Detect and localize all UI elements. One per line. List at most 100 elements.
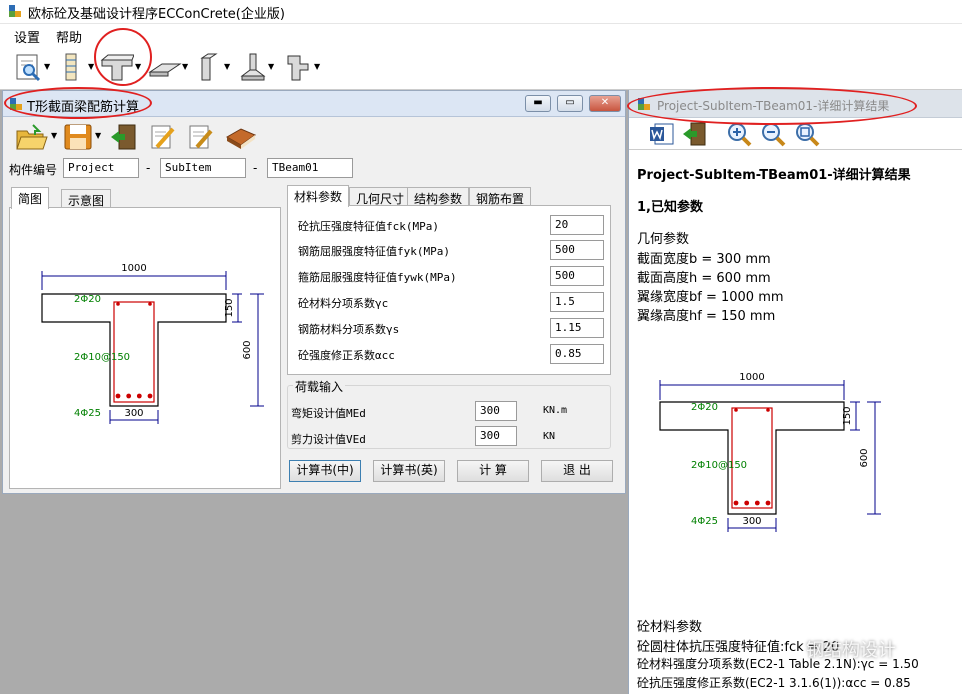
save-icon[interactable] — [63, 123, 93, 151]
geom-params-title: 几何参数 — [637, 232, 690, 247]
open-folder-icon[interactable] — [15, 123, 49, 151]
result-heading: Project-SubItem-TBeam01-详细计算结果 — [637, 168, 911, 183]
calc-report-cn-button[interactable]: 计算书(中) — [289, 460, 361, 482]
dim-hf-text: 150 — [224, 298, 235, 317]
med-label: 弯矩设计值MEd — [291, 407, 366, 420]
slab-icon[interactable] — [148, 52, 182, 82]
edit-icon[interactable] — [149, 123, 177, 151]
minimize-button[interactable]: ▬ — [525, 95, 551, 112]
bottom-rebar — [147, 393, 153, 399]
beam-id-field[interactable]: TBeam01 — [267, 158, 353, 178]
slab-dropdown-icon[interactable]: ▼ — [182, 62, 188, 71]
calculate-button[interactable]: 计 算 — [457, 460, 529, 482]
fck-input[interactable]: 20 — [550, 215, 604, 235]
annotation-oval-result-title — [627, 87, 917, 125]
book-icon[interactable] — [225, 123, 257, 151]
gamma-c-input[interactable]: 1.5 — [550, 292, 604, 312]
bottom-rebar — [744, 500, 750, 506]
tab-geometry[interactable]: 几何尺寸 — [349, 187, 412, 207]
param-label: 砼强度修正系数αcc — [298, 349, 395, 362]
bottom-bar-label: 4Φ25 — [691, 516, 718, 527]
menu-help[interactable]: 帮助 — [56, 27, 82, 46]
sketch-panel: 1000 150 600 300 2Φ20 2Φ10@150 4Φ25 — [9, 207, 281, 489]
column-icon[interactable] — [58, 52, 86, 82]
med-input[interactable]: 300 — [475, 401, 517, 421]
param-label: 箍筋屈服强度特征值fywk(MPa) — [298, 271, 457, 284]
save-dropdown-icon[interactable]: ▼ — [95, 131, 101, 140]
mat-params-title: 砼材料参数 — [637, 620, 703, 635]
param-label: 钢筋屈服强度特征值fyk(MPa) — [298, 245, 450, 258]
exit-door-icon[interactable] — [681, 122, 711, 146]
top-rebar — [734, 408, 738, 412]
bottom-rebar — [136, 393, 142, 399]
dim-bf-text: 1000 — [121, 263, 146, 274]
corbel-dropdown-icon[interactable]: ▼ — [314, 62, 320, 71]
stirrup-label: 2Φ10@150 — [74, 352, 130, 363]
param-label: 砼材料分项系数γc — [298, 297, 389, 310]
dim-h-text: 600 — [242, 340, 253, 359]
corbel-icon[interactable] — [284, 52, 312, 82]
param-label: 钢筋材料分项系数γs — [298, 323, 400, 336]
exit-door-icon[interactable] — [109, 123, 139, 151]
alpha-cc-input[interactable]: 0.85 — [550, 344, 604, 364]
close-button[interactable]: ✕ — [589, 95, 621, 112]
zoom-fit-icon[interactable] — [793, 121, 821, 147]
tab-rebar[interactable]: 钢筋布置 — [469, 187, 532, 207]
bottom-rebar — [754, 500, 760, 506]
ved-input[interactable]: 300 — [475, 426, 517, 446]
dim-hf-text: 150 — [842, 406, 853, 425]
exit-button[interactable]: 退 出 — [541, 460, 613, 482]
annotation-oval-toolbar — [94, 28, 152, 86]
material-panel: 砼抗压强度特征值fck(MPa) 20 钢筋屈服强度特征值fyk(MPa) 50… — [287, 205, 611, 375]
bottom-rebar — [126, 393, 132, 399]
tab-diagram[interactable]: 示意图 — [61, 189, 112, 209]
bottom-rebar — [765, 500, 771, 506]
section-known-params: 1,已知参数 — [637, 200, 703, 215]
gamma-s-input[interactable]: 1.15 — [550, 318, 604, 338]
footing-icon[interactable] — [238, 52, 268, 82]
mat-alpha-cc: 砼抗压强度修正系数(EC2-1 3.1.6(1)):αcc = 0.85 — [637, 676, 911, 690]
tab-material[interactable]: 材料参数 — [287, 185, 350, 207]
ved-unit: KN — [543, 431, 556, 442]
tab-structure[interactable]: 结构参数 — [407, 187, 470, 207]
geom-bf: 翼缘宽度bf = 1000 mm — [637, 290, 784, 305]
report-edit-icon[interactable] — [187, 123, 215, 151]
column-dropdown-icon[interactable]: ▼ — [88, 62, 94, 71]
result-window: Project-SubItem-TBeam01-详细计算结果 Project-S… — [628, 90, 962, 694]
bottom-rebar — [115, 393, 121, 399]
dim-bf-text: 1000 — [739, 372, 764, 383]
dim-b-text: 300 — [742, 516, 761, 527]
app-icon — [9, 5, 21, 17]
app-title-bar: 欧标砼及基础设计程序ECConCrete(企业版) — [0, 0, 962, 24]
footing-dropdown-icon[interactable]: ▼ — [268, 62, 274, 71]
top-rebar — [766, 408, 770, 412]
top-bar-label: 2Φ20 — [691, 402, 718, 413]
maximize-button[interactable]: ▭ — [557, 95, 583, 112]
menu-settings[interactable]: 设置 — [14, 27, 40, 46]
stirrup-label: 2Φ10@150 — [691, 460, 747, 471]
fywk-input[interactable]: 500 — [550, 266, 604, 286]
zoom-in-icon[interactable] — [725, 121, 753, 147]
wall-icon[interactable] — [196, 52, 222, 82]
fyk-input[interactable]: 500 — [550, 240, 604, 260]
preview-dropdown-icon[interactable]: ▼ — [44, 62, 50, 71]
geom-hf: 翼缘高度hf = 150 mm — [637, 309, 776, 324]
watermark: 钢结构设计 — [806, 640, 896, 661]
preview-icon[interactable] — [14, 52, 42, 82]
geom-h: 截面高度h = 600 mm — [637, 271, 771, 286]
dash-1: - — [146, 161, 151, 175]
t-beam-window: T形截面梁配筋计算 ▬ ▭ ✕ ▼ ▼ 构件编号 Project - SubIt… — [2, 90, 626, 494]
wall-dropdown-icon[interactable]: ▼ — [224, 62, 230, 71]
open-dropdown-icon[interactable]: ▼ — [51, 131, 57, 140]
result-section-sketch: 1000 150 600 300 2Φ20 2Φ10@150 4Φ25 — [659, 372, 881, 532]
word-export-icon[interactable] — [649, 122, 675, 146]
top-bar-label: 2Φ20 — [74, 294, 101, 305]
subitem-field[interactable]: SubItem — [160, 158, 246, 178]
tab-sketch[interactable]: 简图 — [11, 187, 50, 209]
dim-b-text: 300 — [124, 408, 143, 419]
bottom-rebar — [733, 500, 739, 506]
project-field[interactable]: Project — [63, 158, 139, 178]
calc-report-en-button[interactable]: 计算书(英) — [373, 460, 445, 482]
annotation-oval-window-title — [4, 87, 152, 119]
component-id-label: 构件编号 — [9, 163, 58, 177]
